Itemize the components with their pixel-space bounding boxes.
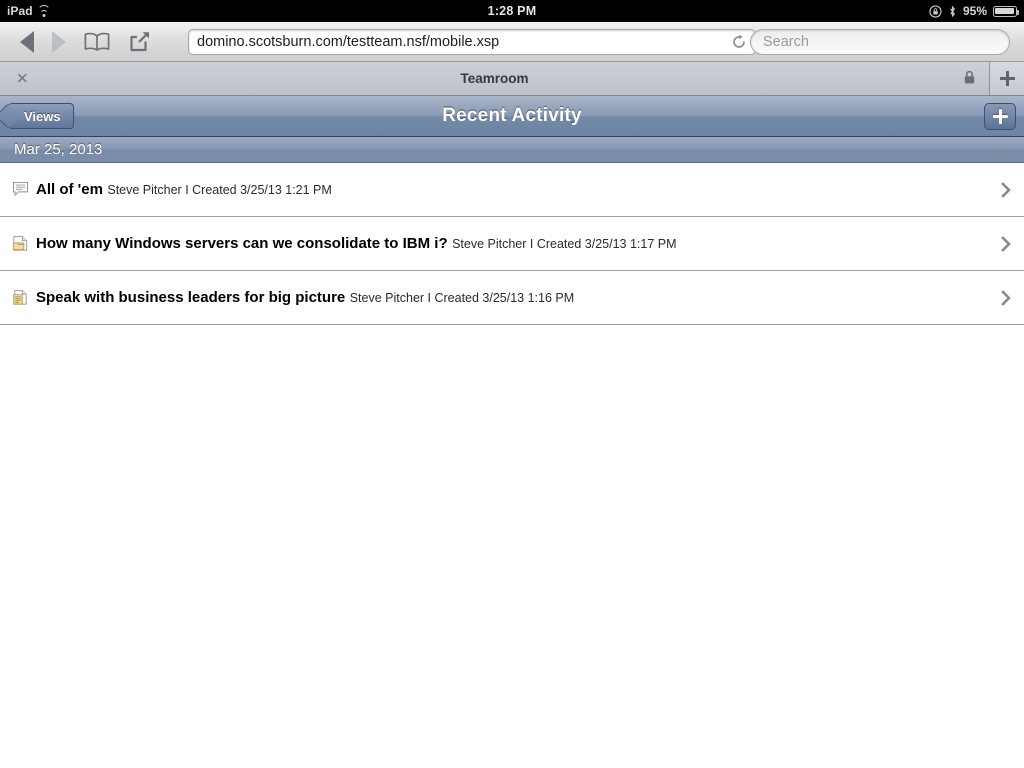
document-lines-icon — [8, 289, 32, 306]
plus-icon — [992, 108, 1008, 124]
views-back-label: Views — [24, 108, 61, 124]
list-item[interactable]: All of 'em Steve Pitcher I Created 3/25/… — [0, 163, 1024, 217]
lock-icon — [964, 70, 975, 87]
url-text: domino.scotsburn.com/testteam.nsf/mobile… — [197, 33, 500, 50]
list-item-title: How many Windows servers can we consolid… — [36, 234, 448, 252]
date-section-header: Mar 25, 2013 — [0, 137, 1024, 163]
tab-teamroom[interactable]: ✕ Teamroom — [0, 62, 990, 95]
search-placeholder: Search — [763, 33, 809, 50]
battery-icon — [993, 5, 1020, 17]
list-item-text: Speak with business leaders for big pict… — [32, 289, 998, 307]
plus-icon — [999, 71, 1015, 86]
list-item-text: All of 'em Steve Pitcher I Created 3/25/… — [32, 181, 998, 199]
forward-arrow-icon — [52, 30, 66, 53]
reload-icon[interactable] — [731, 34, 747, 50]
share-icon — [128, 30, 151, 53]
address-bar[interactable]: domino.scotsburn.com/testteam.nsf/mobile… — [188, 28, 756, 55]
bookmarks-book-icon — [84, 32, 110, 51]
bookmarks-button[interactable] — [84, 32, 110, 51]
back-arrow-icon — [20, 30, 34, 53]
tab-title: Teamroom — [460, 71, 529, 86]
add-button[interactable] — [984, 102, 1016, 130]
back-button[interactable] — [20, 30, 34, 53]
tab-bar: ✕ Teamroom — [0, 62, 1024, 96]
forward-button[interactable] — [52, 30, 66, 53]
list-item[interactable]: Speak with business leaders for big pict… — [0, 271, 1024, 325]
status-bar-clock: 1:28 PM — [487, 4, 537, 18]
page-blank-area — [0, 325, 1024, 763]
address-bar-container: domino.scotsburn.com/testteam.nsf/mobile… — [188, 28, 756, 55]
page-title: Recent Activity — [442, 105, 582, 126]
close-icon[interactable]: ✕ — [16, 71, 29, 86]
views-back-button[interactable]: Views — [8, 103, 74, 129]
chevron-right-icon[interactable] — [998, 181, 1014, 198]
list-item-text: How many Windows servers can we consolid… — [32, 235, 998, 253]
app-header: Views Recent Activity — [0, 96, 1024, 137]
share-button[interactable] — [128, 30, 151, 53]
list-item-title: Speak with business leaders for big pict… — [36, 288, 346, 306]
chevron-right-icon[interactable] — [998, 235, 1014, 252]
navigation-buttons — [12, 30, 151, 53]
list-item-subtitle: Steve Pitcher I Created 3/25/13 1:21 PM — [107, 182, 332, 197]
list-item-subtitle: Steve Pitcher I Created 3/25/13 1:16 PM — [349, 290, 575, 305]
list-item-title: All of 'em — [36, 180, 103, 198]
ios-status-bar: iPad 1:28 PM 95% — [0, 0, 1024, 22]
browser-toolbar: domino.scotsburn.com/testteam.nsf/mobile… — [0, 22, 1024, 62]
search-input[interactable]: Search — [750, 28, 1010, 55]
activity-list: All of 'em Steve Pitcher I Created 3/25/… — [0, 163, 1024, 325]
chevron-right-icon[interactable] — [998, 289, 1014, 306]
comment-bubble-icon — [8, 181, 32, 198]
search-container: Search — [750, 28, 1010, 55]
document-folder-icon — [8, 235, 32, 252]
new-tab-button[interactable] — [990, 62, 1024, 95]
list-item-subtitle: Steve Pitcher I Created 3/25/13 1:17 PM — [452, 236, 677, 251]
list-item[interactable]: How many Windows servers can we consolid… — [0, 217, 1024, 271]
